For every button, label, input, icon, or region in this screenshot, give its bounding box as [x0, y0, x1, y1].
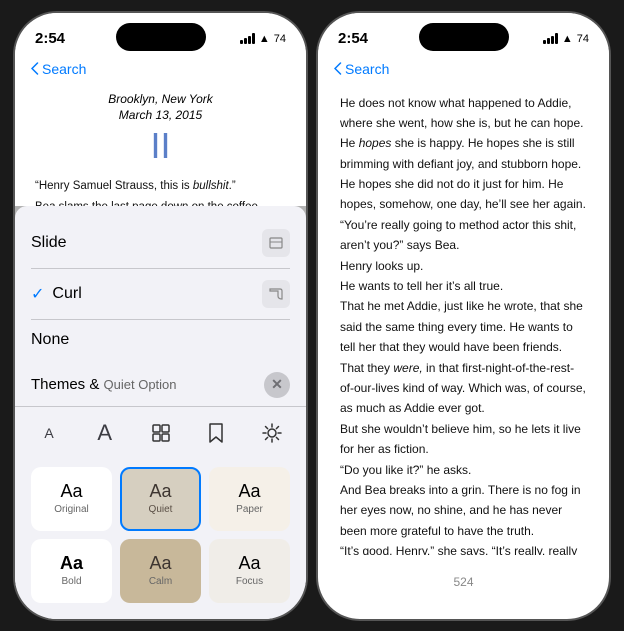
theme-original[interactable]: Aa Original [31, 467, 112, 531]
theme-paper-sample: Aa [238, 482, 260, 500]
scroll-options: Slide ✓ Curl [15, 206, 306, 364]
dynamic-island-right [419, 23, 509, 51]
book-header: Brooklyn, New YorkMarch 13, 2015 II [35, 91, 286, 168]
theme-calm[interactable]: Aa Calm [120, 539, 201, 603]
time-right: 2:54 [338, 30, 368, 47]
theme-grid: Aa Original Aa Quiet Aa Paper Aa [15, 459, 306, 619]
theme-paper-label: Paper [236, 504, 263, 515]
nav-bar-right[interactable]: Search [318, 57, 609, 83]
bookmark-button[interactable] [198, 415, 234, 451]
nav-bar-left[interactable]: Search [15, 57, 306, 83]
wifi-icon: ▲ [259, 33, 270, 45]
slide-menu: Slide ✓ Curl [15, 206, 306, 619]
right-phone-content: Search He does not know what happened to… [318, 57, 609, 619]
theme-quiet-label: Quiet [149, 504, 173, 515]
signal-icon-right [543, 33, 558, 44]
scroll-option-none[interactable]: None [31, 320, 290, 360]
theme-quiet[interactable]: Aa Quiet [120, 467, 201, 531]
theme-paper[interactable]: Aa Paper [209, 467, 290, 531]
theme-calm-sample: Aa [149, 554, 171, 572]
brightness-button[interactable] [254, 415, 290, 451]
left-phone-content: Search Brooklyn, New YorkMarch 13, 2015 … [15, 57, 306, 619]
battery-right: 74 [577, 33, 589, 45]
check-icon: ✓ [31, 284, 44, 304]
themes-bar: Themes & Quiet Option ✕ [15, 364, 306, 406]
theme-original-sample: Aa [60, 482, 82, 500]
theme-bold-label: Bold [61, 576, 81, 587]
back-button-left[interactable]: Search [31, 61, 86, 77]
format-button[interactable] [143, 415, 179, 451]
scroll-option-slide[interactable]: Slide [31, 218, 290, 269]
chevron-left-icon [31, 62, 39, 75]
close-button[interactable]: ✕ [264, 372, 290, 398]
status-icons-left: ▲ 74 [240, 33, 286, 45]
scroll-option-curl[interactable]: ✓ Curl [31, 269, 290, 320]
battery-left: 74 [274, 33, 286, 45]
theme-quiet-sample: Aa [149, 482, 171, 500]
status-icons-right: ▲ 74 [543, 33, 589, 45]
overlay-panel: Slide ✓ Curl [15, 206, 306, 619]
themes-label: Themes & Quiet Option [31, 376, 177, 393]
bottom-toolbar: A A [15, 406, 306, 459]
option-none-label: None [31, 331, 290, 349]
theme-calm-label: Calm [149, 576, 172, 587]
page-number: 524 [453, 575, 473, 589]
option-curl-label: Curl [52, 285, 262, 303]
theme-original-label: Original [54, 504, 88, 515]
font-smaller-button[interactable]: A [31, 415, 67, 451]
option-slide-label: Slide [31, 234, 262, 252]
theme-focus-sample: Aa [238, 554, 260, 572]
book-location: Brooklyn, New YorkMarch 13, 2015 [35, 91, 286, 125]
time-left: 2:54 [35, 30, 65, 47]
theme-focus-label: Focus [236, 576, 263, 587]
curl-icon [262, 280, 290, 308]
theme-bold[interactable]: Aa Bold [31, 539, 112, 603]
right-phone: 2:54 ▲ 74 [316, 11, 611, 621]
reading-content: He does not know what happened to Addie,… [318, 83, 609, 555]
chapter-number: II [35, 124, 286, 167]
wifi-icon-right: ▲ [562, 33, 573, 45]
left-phone: 2:54 ▲ 74 [13, 11, 308, 621]
theme-bold-sample: Aa [60, 554, 83, 572]
theme-focus[interactable]: Aa Focus [209, 539, 290, 603]
signal-icon [240, 33, 255, 44]
chevron-left-icon-right [334, 62, 342, 75]
back-button-right[interactable]: Search [334, 61, 389, 77]
font-larger-button[interactable]: A [87, 415, 123, 451]
slide-icon [262, 229, 290, 257]
dynamic-island [116, 23, 206, 51]
